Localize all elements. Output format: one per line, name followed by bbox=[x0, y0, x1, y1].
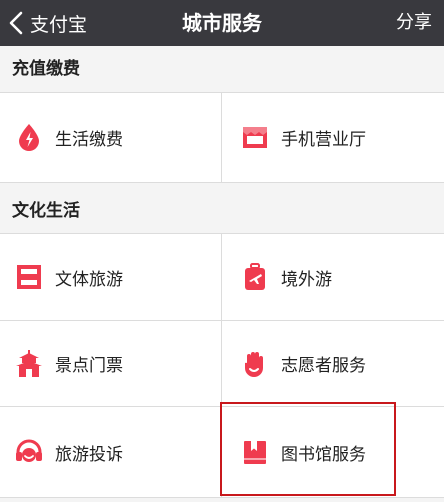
service-item-utilities[interactable]: 生活缴费 bbox=[0, 93, 221, 181]
share-button[interactable]: 分享 bbox=[396, 0, 432, 46]
service-label: 手机营业厅 bbox=[281, 129, 366, 150]
service-item-travel-complaint[interactable]: 旅游投诉 bbox=[0, 407, 221, 497]
service-label: 生活缴费 bbox=[55, 129, 123, 150]
service-label: 境外游 bbox=[281, 269, 332, 290]
service-label: 景点门票 bbox=[55, 356, 123, 376]
service-label: 旅游投诉 bbox=[55, 444, 123, 465]
service-item-library[interactable]: 图书馆服务 bbox=[222, 407, 444, 497]
service-label: 图书馆服务 bbox=[281, 444, 366, 465]
service-item-attraction-tickets[interactable]: 景点门票 bbox=[0, 321, 221, 406]
grid-frame-icon bbox=[14, 262, 44, 292]
section-header-culture: 文化生活 bbox=[12, 201, 80, 221]
headset-icon bbox=[14, 437, 44, 467]
service-item-culture-tourism[interactable]: 文体旅游 bbox=[0, 234, 221, 320]
service-grid-recharge: 生活缴费 手机营业厅 bbox=[0, 92, 444, 183]
service-label: 文体旅游 bbox=[55, 269, 123, 290]
pagoda-icon bbox=[14, 349, 44, 379]
service-item-mobile-hall[interactable]: 手机营业厅 bbox=[222, 93, 444, 181]
back-button[interactable]: 支付宝 bbox=[8, 0, 87, 46]
back-label: 支付宝 bbox=[30, 13, 88, 36]
service-label: 志愿者服务 bbox=[281, 356, 366, 376]
chevron-left-icon bbox=[9, 11, 23, 35]
service-item-volunteer[interactable]: 志愿者服务 bbox=[222, 321, 444, 406]
section-header-recharge: 充值缴费 bbox=[12, 59, 80, 79]
storefront-icon bbox=[240, 122, 270, 152]
water-drop-icon bbox=[14, 122, 44, 152]
bookmark-book-icon bbox=[240, 437, 270, 467]
service-item-overseas-travel[interactable]: 境外游 bbox=[222, 234, 444, 320]
luggage-plane-icon bbox=[240, 262, 270, 292]
service-grid-culture: 文体旅游 境外游 景点门票 志愿者服务 旅游投诉 图书馆服务 bbox=[0, 233, 444, 498]
navbar: 支付宝 城市服务 分享 bbox=[0, 0, 444, 46]
raised-hand-icon bbox=[240, 349, 270, 379]
